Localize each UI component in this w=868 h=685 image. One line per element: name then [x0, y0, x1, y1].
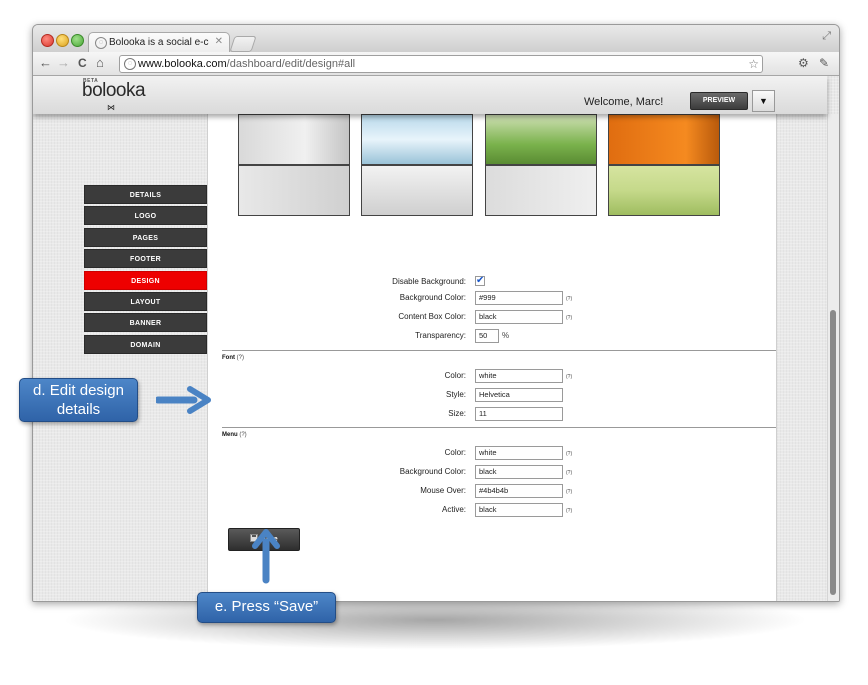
url-path: /dashboard/edit/design#all [226, 58, 356, 70]
background-color-label: Background Color: [399, 293, 466, 302]
background-thumbnail[interactable] [608, 114, 720, 165]
title-bar: ◌ Bolooka is a social e-comme ✕ ⤢ [33, 25, 839, 54]
forward-arrow-icon[interactable]: → [57, 56, 70, 70]
background-thumbnail[interactable] [238, 114, 350, 165]
url-text: www.bolooka.com/dashboard/edit/design#al… [138, 56, 355, 72]
fullscreen-icon[interactable]: ⤢ [822, 30, 831, 43]
background-thumbnail[interactable] [485, 114, 597, 165]
font-color-label: Color: [444, 371, 466, 380]
callout-press-save: e. Press “Save” [197, 592, 336, 623]
transparency-label: Transparency: [415, 331, 466, 340]
help-link[interactable]: (?) [237, 355, 244, 361]
help-link[interactable]: (?) [566, 374, 572, 380]
zoom-window-button[interactable] [71, 34, 84, 47]
site-header: BETA bolooka ⋈ Welcome, Marc! PREVIEW ▼ [33, 76, 827, 114]
home-icon[interactable]: ⌂ [96, 56, 104, 70]
help-link[interactable]: (?) [566, 296, 572, 302]
menu-color-input[interactable]: white [475, 446, 563, 460]
sidebar-item-design[interactable]: DESIGN [84, 270, 207, 290]
bookmark-star-icon[interactable]: ☆ [748, 56, 759, 72]
arrow-right-icon [156, 386, 211, 414]
wrench-icon[interactable]: ✎ [819, 56, 829, 70]
bolooka-logo[interactable]: bolooka [82, 80, 146, 102]
section-divider [222, 427, 776, 428]
tab-title: Bolooka is a social e-comme [109, 37, 209, 48]
transparency-input[interactable]: 50 [475, 329, 499, 343]
extension-icon[interactable]: ⚙ [798, 56, 809, 70]
help-link[interactable]: (?) [566, 470, 572, 476]
menu-active-input[interactable]: black [475, 503, 563, 517]
sidebar-item-pages[interactable]: PAGES [84, 227, 207, 247]
back-arrow-icon[interactable]: ← [39, 56, 52, 70]
close-tab-icon[interactable]: ✕ [215, 36, 223, 47]
menu-active-label: Active: [441, 505, 466, 514]
sidebar-item-domain[interactable]: DOMAIN [84, 334, 207, 354]
close-window-button[interactable] [41, 34, 54, 47]
globe-icon: ◌ [124, 58, 136, 70]
reload-icon[interactable]: C [78, 56, 87, 70]
background-thumbnail[interactable] [238, 165, 350, 216]
arrow-up-icon [252, 529, 280, 584]
menu-title-text: Menu [222, 432, 238, 438]
help-link[interactable]: (?) [566, 315, 572, 321]
vertical-scrollbar[interactable] [827, 114, 839, 601]
browser-toolbar: ← → C ⌂ ◌ www.bolooka.com/dashboard/edit… [33, 52, 839, 76]
menu-bg-color-label: Background Color: [399, 467, 466, 476]
font-size-label: Size: [448, 409, 466, 418]
sidebar-item-banner[interactable]: BANNER [84, 313, 207, 333]
content-box-color-label: Content Box Color: [398, 312, 466, 321]
dashboard-sidebar: DETAILS LOGO PAGES FOOTER DESIGN LAYOUT … [84, 185, 207, 356]
preview-button[interactable]: PREVIEW [690, 92, 748, 110]
background-thumbnail[interactable] [485, 165, 597, 216]
help-link[interactable]: (?) [566, 489, 572, 495]
sidebar-item-layout[interactable]: LAYOUT [84, 291, 207, 311]
new-tab-button[interactable] [229, 36, 257, 52]
help-link[interactable]: (?) [239, 432, 246, 438]
font-title-text: Font [222, 355, 235, 361]
font-color-input[interactable]: white [475, 369, 563, 383]
sidebar-item-logo[interactable]: LOGO [84, 206, 207, 226]
globe-icon: ◌ [95, 37, 107, 49]
disable-background-label: Disable Background: [392, 277, 466, 286]
minimize-window-button[interactable] [56, 34, 69, 47]
background-color-input[interactable]: #999 [475, 291, 563, 305]
background-thumbnail[interactable] [361, 165, 473, 216]
url-host: www.bolooka.com [138, 58, 227, 70]
background-thumbnail[interactable] [361, 114, 473, 165]
callout-edit-design: d. Edit design details [19, 378, 138, 422]
menu-mouse-over-input[interactable]: #4b4b4b [475, 484, 563, 498]
chevron-down-icon[interactable]: ▼ [752, 90, 775, 112]
sidebar-item-footer[interactable]: FOOTER [84, 249, 207, 269]
sidebar-item-details[interactable]: DETAILS [84, 185, 207, 204]
font-style-input[interactable]: Helvetica [475, 388, 563, 402]
help-link[interactable]: (?) [566, 508, 572, 514]
menu-color-label: Color: [444, 448, 466, 457]
content-box-color-input[interactable]: black [475, 310, 563, 324]
page-viewport: BETA bolooka ⋈ Welcome, Marc! PREVIEW ▼ … [33, 76, 839, 601]
background-thumbnail[interactable] [608, 165, 720, 216]
disable-background-checkbox[interactable]: ✔ [475, 276, 485, 286]
menu-mouse-over-label: Mouse Over: [420, 486, 466, 495]
help-link[interactable]: (?) [566, 451, 572, 457]
font-style-label: Style: [445, 390, 466, 399]
browser-window: ◌ Bolooka is a social e-comme ✕ ⤢ ← → C … [32, 24, 840, 602]
font-section-title: Font (?) [222, 355, 244, 361]
browser-tab[interactable]: ◌ Bolooka is a social e-comme ✕ [88, 32, 230, 54]
percent-unit: % [502, 331, 510, 340]
scrollbar-thumb[interactable] [830, 310, 836, 595]
menu-bg-color-input[interactable]: black [475, 465, 563, 479]
bowtie-icon: ⋈ [107, 103, 115, 112]
welcome-text: Welcome, Marc! [584, 96, 664, 108]
section-divider [222, 350, 776, 351]
menu-section-title: Menu (?) [222, 432, 247, 438]
font-size-input[interactable]: 11 [475, 407, 563, 421]
address-bar[interactable]: ◌ www.bolooka.com/dashboard/edit/design#… [119, 55, 763, 73]
